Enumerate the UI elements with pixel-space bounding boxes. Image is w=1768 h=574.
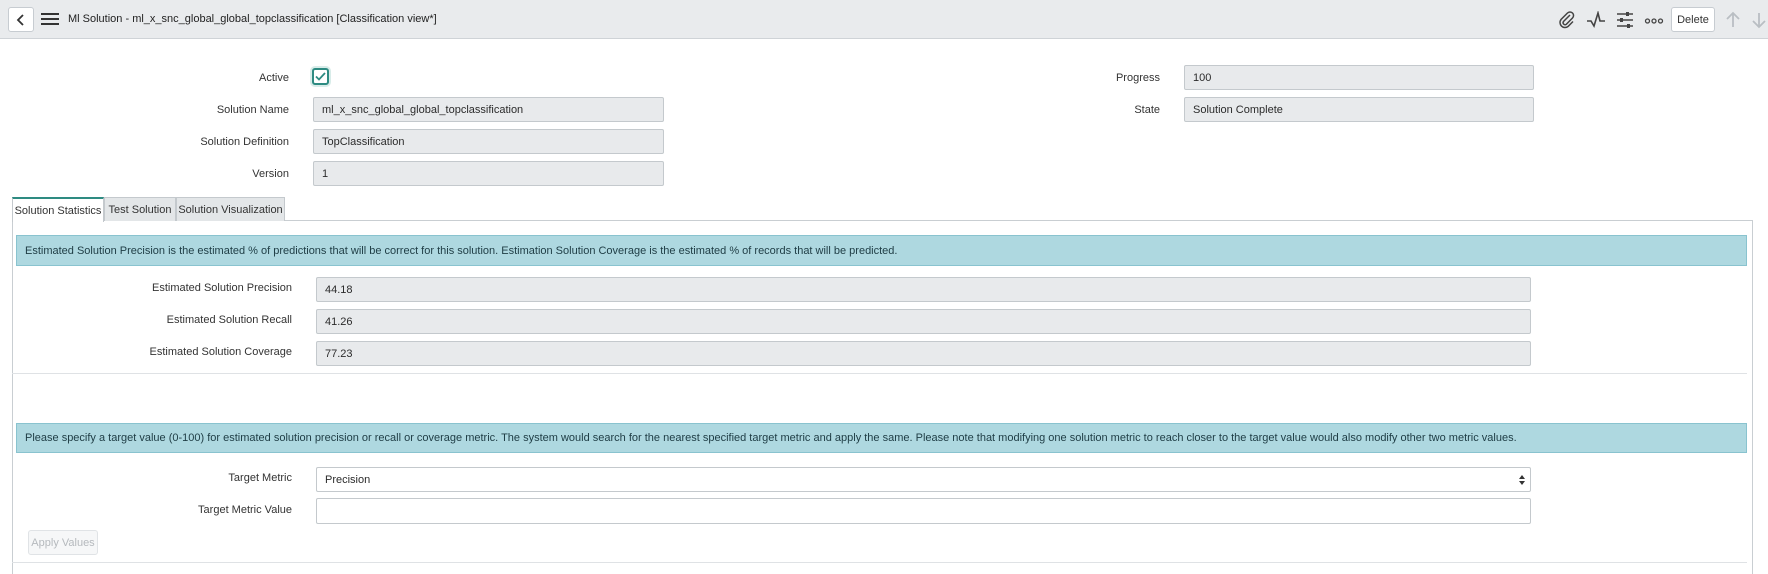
- precision-label: Estimated Solution Precision: [151, 282, 292, 294]
- target-metric-selected: Precision: [325, 473, 371, 486]
- tab-solution-visualization[interactable]: Solution Visualization: [176, 197, 285, 221]
- bottom-divider: [12, 562, 1747, 563]
- tab-test-solution[interactable]: Test Solution: [104, 197, 176, 221]
- target-metric-select[interactable]: Precision: [316, 467, 1531, 492]
- ellipsis-icon[interactable]: [1644, 11, 1664, 29]
- apply-values-button[interactable]: Apply Values: [28, 530, 98, 555]
- progress-label: Progress: [1115, 72, 1160, 84]
- precision-field[interactable]: 44.18: [316, 277, 1531, 302]
- pulse-icon[interactable]: [1586, 11, 1606, 29]
- hamburger-icon[interactable]: [41, 11, 59, 27]
- arrow-up-icon[interactable]: [1724, 10, 1742, 30]
- sliders-icon[interactable]: [1615, 11, 1635, 29]
- select-arrows-icon: [1519, 475, 1525, 485]
- target-metric-label: Target Metric: [228, 472, 292, 484]
- delete-button[interactable]: Delete: [1671, 7, 1715, 32]
- statistics-info-banner: Estimated Solution Precision is the esti…: [16, 235, 1747, 266]
- page-title: Ml Solution - ml_x_snc_global_global_top…: [68, 13, 437, 25]
- chevron-left-icon: [16, 13, 24, 26]
- coverage-field[interactable]: 77.23: [316, 341, 1531, 366]
- paperclip-icon[interactable]: [1557, 11, 1577, 29]
- solution-name-label: Solution Name: [216, 104, 289, 116]
- version-field[interactable]: 1: [313, 161, 664, 186]
- active-label: Active: [259, 72, 289, 84]
- solution-definition-field[interactable]: TopClassification: [313, 129, 664, 154]
- state-field[interactable]: Solution Complete: [1184, 97, 1534, 122]
- section-divider: [12, 373, 1747, 374]
- solution-definition-label: Solution Definition: [200, 136, 289, 148]
- recall-label: Estimated Solution Recall: [166, 314, 292, 326]
- back-button[interactable]: [8, 7, 34, 32]
- form-header: Ml Solution - ml_x_snc_global_global_top…: [0, 0, 1768, 39]
- active-checkbox[interactable]: [312, 68, 329, 85]
- tab-solution-statistics[interactable]: Solution Statistics: [12, 197, 104, 222]
- progress-field[interactable]: 100: [1184, 65, 1534, 90]
- arrow-down-icon[interactable]: [1750, 10, 1768, 30]
- target-info-banner: Please specify a target value (0-100) fo…: [16, 423, 1747, 453]
- solution-name-field[interactable]: ml_x_snc_global_global_topclassification: [313, 97, 664, 122]
- version-label: Version: [252, 168, 289, 180]
- target-metric-value-input[interactable]: [316, 498, 1531, 524]
- coverage-label: Estimated Solution Coverage: [149, 346, 292, 358]
- state-label: State: [1134, 104, 1160, 116]
- target-metric-value-label: Target Metric Value: [198, 504, 292, 516]
- checkmark-icon: [315, 72, 326, 81]
- recall-field[interactable]: 41.26: [316, 309, 1531, 334]
